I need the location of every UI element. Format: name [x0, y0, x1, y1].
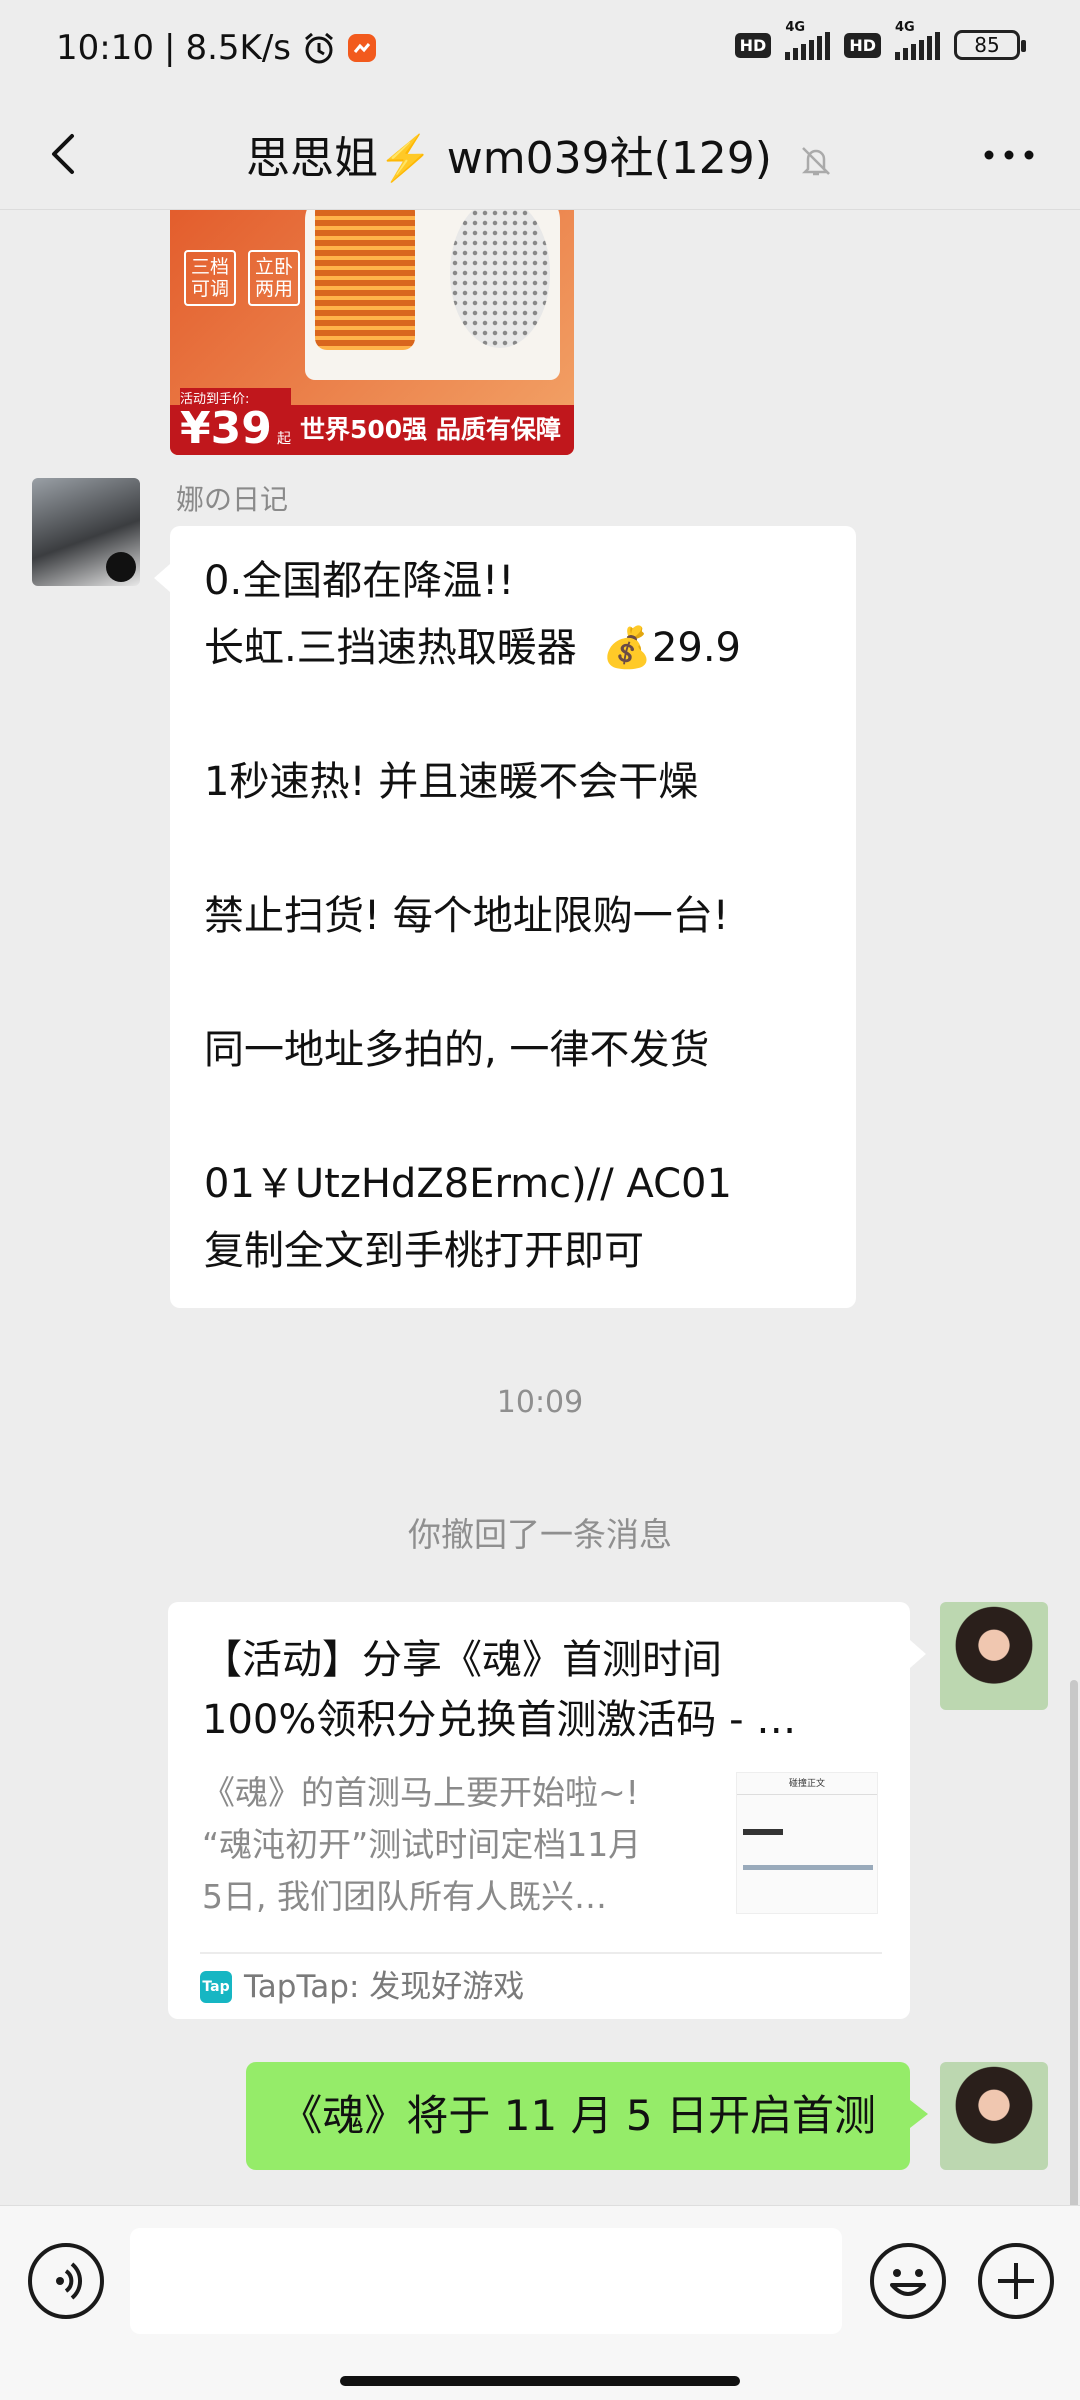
promo-badge-2: 立卧 两用 [248, 250, 300, 306]
sent-message-bubble[interactable]: 《魂》将于 11 月 5 日开启首测 [246, 2062, 928, 2170]
link-card[interactable]: 【活动】分享《魂》首测时间 100%领积分兑换首测激活码 - … 《魂》的首测马… [168, 1602, 926, 2019]
recall-notice: 你撤回了一条消息 [408, 1515, 672, 1554]
message-line [204, 816, 822, 883]
link-card-title: 【活动】分享《魂》首测时间 100%领积分兑换首测激活码 - … [202, 1630, 882, 1750]
avatar[interactable] [32, 478, 140, 586]
status-speed: 8.5K/s [185, 28, 291, 68]
message-line: 0.全国都在降温!! [204, 558, 515, 604]
promo-badge-1: 三档 可调 [184, 250, 236, 306]
link-card-desc-line1: 《魂》的首测马上要开始啦~! [202, 1773, 639, 1812]
link-card-divider [200, 1952, 882, 1954]
signal-icon-2: 4G [895, 20, 940, 60]
message-line: 同一地址多拍的, 一律不发货 [204, 1027, 710, 1073]
status-bar: 10:10 | 8.5K/s HD 4G HD 4G 85 [0, 0, 1080, 100]
promo-price-suffix: 起 [276, 431, 291, 447]
alarm-icon [305, 32, 333, 64]
message-line [204, 682, 822, 749]
message-input[interactable] [130, 2228, 842, 2334]
thumb-header: 碰撞正文 [737, 1773, 877, 1795]
message-line: 01￥UtzHdZ8Ermc)// AC01 [204, 1161, 732, 1207]
link-card-title-line2: 100%领积分兑换首测激活码 - … [202, 1697, 797, 1743]
more-horizontal-icon[interactable] [974, 130, 1044, 180]
message-bubble[interactable]: 0.全国都在降温!! 长虹.三挡速热取暖器 💰29.9 1秒速热! 并且速暖不会… [154, 526, 856, 1308]
promo-price-value: ¥39 [180, 403, 272, 454]
message-line: 1秒速热! 并且速暖不会干燥 [204, 759, 699, 805]
message-line [204, 1084, 822, 1151]
status-right: HD 4G HD 4G 85 [734, 20, 1026, 60]
notification-app-icon [348, 34, 376, 62]
apple-icon [106, 552, 136, 582]
emoji-icon[interactable] [870, 2243, 946, 2319]
battery-icon: 85 [954, 30, 1026, 60]
link-card-title-line1: 【活动】分享《魂》首测时间 [202, 1637, 722, 1683]
status-time: 10:10 [56, 28, 154, 68]
chat-title: 思思姐⚡️ wm039社(129) [246, 133, 772, 184]
message-line: 禁止扫货! 每个地址限购一台! [204, 893, 729, 939]
chat-header: 思思姐⚡️ wm039社(129) [0, 100, 1080, 210]
link-card-description: 《魂》的首测马上要开始啦~! “魂沌初开”测试时间定档11月 5日, 我们团队所… [202, 1767, 677, 1923]
voice-icon[interactable] [28, 2243, 104, 2319]
hd-badge-2: HD [844, 32, 881, 58]
link-card-source-text: TapTap: 发现好游戏 [244, 1969, 525, 2005]
sender-name: 娜の日记 [176, 483, 289, 516]
promo-price: 活动到手价: ¥39 起 [180, 388, 291, 451]
scrollbar[interactable] [1070, 1680, 1078, 2205]
message-line [204, 950, 822, 1017]
hd-badge: HD [734, 32, 772, 58]
input-bar [0, 2205, 1080, 2400]
my-avatar[interactable] [940, 2062, 1048, 2170]
home-indicator[interactable] [340, 2376, 740, 2386]
message-line: 长虹.三挡速热取暖器 💰29.9 [204, 625, 742, 671]
link-card-thumbnail: 碰撞正文 [736, 1772, 878, 1914]
promo-badges: 三档 可调 立卧 两用 [184, 250, 300, 306]
heater-picture [305, 210, 560, 380]
chat-area[interactable]: 三档 可调 立卧 两用 世界500强 品质有保障 活动到手价: ¥39 起 娜の… [0, 210, 1080, 2205]
message-line: 复制全文到手桃打开即可 [204, 1228, 644, 1274]
chat-title-wrap: 思思姐⚡️ wm039社(129) [0, 122, 1080, 186]
product-image[interactable]: 三档 可调 立卧 两用 世界500强 品质有保障 活动到手价: ¥39 起 [170, 210, 574, 455]
signal-icon: 4G [785, 20, 831, 60]
timestamp: 10:09 [496, 1385, 584, 1420]
taptap-icon: Tap [200, 1971, 232, 2003]
link-card-source: Tap TapTap: 发现好游戏 [200, 1962, 524, 2012]
my-avatar[interactable] [940, 1602, 1048, 1710]
link-card-desc-line2: “魂沌初开”测试时间定档11月 [202, 1825, 642, 1864]
plus-icon[interactable] [978, 2243, 1054, 2319]
link-card-desc-line3: 5日, 我们团队所有人既兴… [202, 1877, 607, 1916]
status-left: 10:10 | 8.5K/s [56, 28, 377, 68]
bell-off-icon [801, 147, 830, 176]
